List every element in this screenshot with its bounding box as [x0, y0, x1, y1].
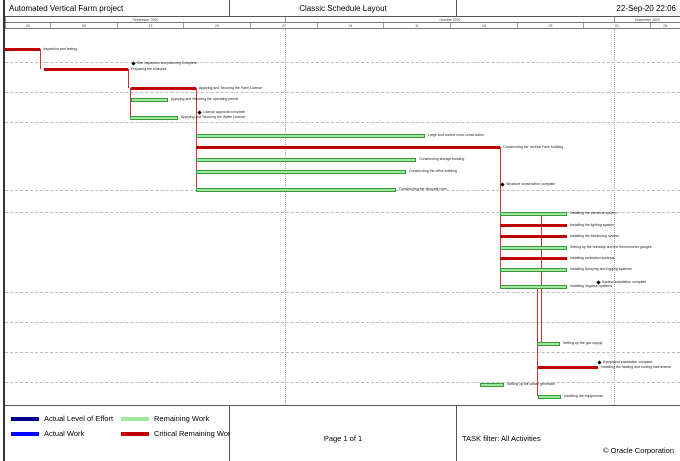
- legend-item: Actual Work: [11, 429, 121, 438]
- activity-bar[interactable]: [500, 284, 567, 289]
- legend-label: Actual Level of Effort: [44, 414, 114, 423]
- activity-bar[interactable]: [537, 341, 560, 346]
- report-datetime: 22-Sep-20 22:06: [616, 3, 676, 13]
- activity-bar[interactable]: [130, 115, 178, 120]
- critical-activity-bar[interactable]: [500, 234, 567, 238]
- row-separator: [5, 62, 680, 63]
- relationship-line: [196, 88, 197, 189]
- activity-bar[interactable]: [500, 267, 567, 272]
- critical-activity-bar[interactable]: [538, 365, 598, 369]
- activity-label: Applying and Securing the Water License: [181, 114, 246, 119]
- month-gridline: [614, 29, 615, 405]
- week-header: 08: [650, 23, 680, 28]
- month-header: October 2020: [285, 17, 614, 22]
- activity-label: Constructing the disposal room: [399, 186, 448, 191]
- activity-label: Site inspection and planning Complete: [137, 60, 197, 65]
- legend-swatch: [121, 417, 149, 422]
- activity-label: Preparing the blueprint: [131, 66, 167, 71]
- relationship-line: [128, 69, 129, 88]
- row-separator: [5, 352, 680, 353]
- activity-label: Installing Irrigation systems: [570, 283, 613, 288]
- critical-activity-bar[interactable]: [131, 86, 196, 90]
- activity-bar[interactable]: [131, 97, 168, 102]
- week-header: 13: [117, 23, 183, 28]
- activity-bar[interactable]: [480, 382, 504, 387]
- activity-label: Installing the lighting system: [570, 222, 614, 227]
- gantt-chart: Inspection and testing Site inspection an…: [5, 29, 680, 405]
- legend-item: Actual Level of Effort: [11, 414, 121, 423]
- legend-item: Remaining Work: [121, 414, 231, 423]
- critical-activity-bar[interactable]: [44, 67, 128, 71]
- row-separator: [5, 382, 680, 383]
- activity-label: Constructing the office building: [409, 168, 457, 173]
- relationship-line: [40, 49, 41, 69]
- critical-activity-bar[interactable]: [500, 256, 567, 260]
- activity-label: Large and control room construction: [428, 132, 485, 137]
- activity-label: License approval complete: [203, 109, 245, 114]
- activity-bar[interactable]: [196, 133, 425, 138]
- month-header: November 2020: [614, 17, 680, 22]
- month-gridline: [285, 29, 286, 405]
- activity-bar[interactable]: [538, 394, 561, 399]
- activity-label: Installing the electrical system: [570, 210, 617, 215]
- critical-activity-bar[interactable]: [196, 145, 500, 149]
- copyright: © Oracle Corporation: [603, 446, 674, 455]
- milestone-icon[interactable]: [131, 61, 136, 66]
- activity-label: Setting up the gas supply: [563, 340, 603, 345]
- week-header: 25: [517, 23, 583, 28]
- week-header: 04: [317, 23, 383, 28]
- activity-label: Constructing the Vertical Farm building: [503, 144, 564, 149]
- report-footer: Actual Level of Effort Remaining Work Ac…: [5, 405, 680, 461]
- activity-label: Installing ventilation systems: [570, 255, 615, 260]
- layout-name: Classic Schedule Layout: [230, 0, 457, 16]
- critical-activity-bar[interactable]: [5, 47, 40, 51]
- activity-label: Setting up the power generator: [507, 381, 556, 386]
- milestone-icon[interactable]: [500, 182, 505, 187]
- legend-swatch: [11, 417, 39, 422]
- activity-label: Installing the Monitoring system: [570, 233, 620, 238]
- week-header: 30: [5, 23, 50, 28]
- activity-bar[interactable]: [500, 245, 567, 250]
- activity-label: Setting up the humidity and the thermome…: [570, 244, 652, 249]
- legend-swatch: [121, 432, 149, 437]
- critical-activity-bar[interactable]: [500, 223, 567, 227]
- activity-bar[interactable]: [196, 157, 416, 162]
- project-name: Automated Vertical Farm project: [5, 0, 230, 16]
- relationship-line: [130, 88, 131, 117]
- activity-label: Applying and Securing the operating perm…: [171, 96, 239, 101]
- activity-label: Applying and Securing the Farm License: [199, 85, 263, 90]
- week-header: 20: [183, 23, 250, 28]
- week-header: 06: [50, 23, 117, 28]
- legend-label: Critical Remaining Wor: [154, 429, 231, 438]
- activity-label: Constructing storage building: [419, 156, 465, 161]
- report-header: Automated Vertical Farm project Classic …: [5, 0, 680, 17]
- week-header: 18: [450, 23, 517, 28]
- row-separator: [5, 292, 680, 293]
- activity-label: Installing Spraying and fogging systems: [570, 266, 632, 271]
- task-filter: TASK filter: All Activities: [462, 434, 541, 443]
- month-header: September 2020: [5, 17, 285, 22]
- legend: Actual Level of Effort Remaining Work Ac…: [5, 406, 231, 461]
- activity-label: Installing the equipments: [564, 393, 603, 398]
- activity-bar[interactable]: [196, 169, 406, 174]
- row-separator: [5, 92, 680, 93]
- activity-label: Equipment installation complete: [603, 359, 653, 364]
- legend-label: Remaining Work: [154, 414, 210, 423]
- activity-bar[interactable]: [500, 211, 567, 216]
- page-number: Page 1 of 1: [230, 406, 457, 461]
- relationship-line: [500, 147, 501, 286]
- legend-swatch: [11, 432, 39, 437]
- week-header: 27: [250, 23, 317, 28]
- row-separator: [5, 122, 680, 123]
- activity-label: Installing the heating and cooling instr…: [601, 364, 672, 369]
- activity-bar[interactable]: [196, 187, 396, 192]
- relationship-line: [541, 213, 542, 343]
- row-separator: [5, 322, 680, 323]
- week-header: 01: [583, 23, 650, 28]
- activity-label: Structure construction complete: [506, 181, 556, 186]
- legend-label: Actual Work: [44, 429, 85, 438]
- activity-label: Inspection and testing: [43, 46, 78, 51]
- week-header: 11: [383, 23, 450, 28]
- legend-item: Critical Remaining Wor: [121, 429, 231, 438]
